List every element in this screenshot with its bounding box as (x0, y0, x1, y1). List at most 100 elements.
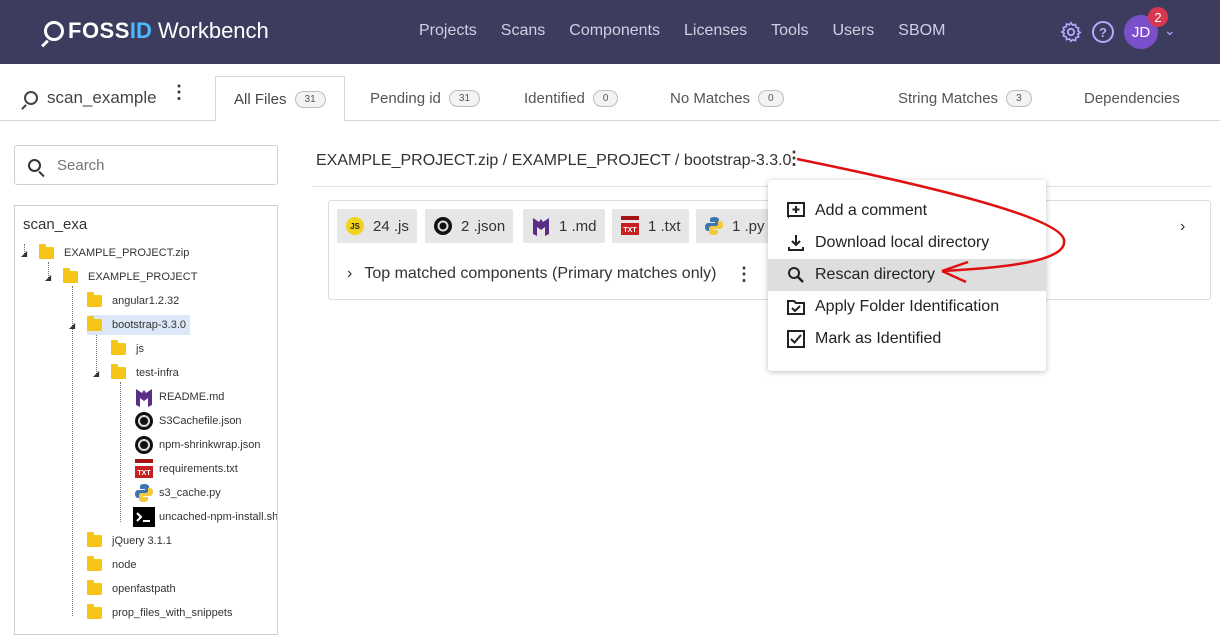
tree-node-requirements[interactable]: TXT requirements.txt (133, 459, 238, 479)
svg-text:TXT: TXT (137, 470, 151, 477)
tab-pending-id[interactable]: Pending id 31 (370, 76, 481, 121)
menu-item-label: Apply Folder Identification (815, 298, 1000, 315)
menu-item-apply-folder-identification[interactable]: Apply Folder Identification (768, 291, 1046, 323)
tree-node-test-infra[interactable]: ◢ test-infra (93, 363, 179, 383)
tree-node-example-project[interactable]: ◢ EXAMPLE_PROJECT (45, 267, 197, 287)
help-icon[interactable]: ? (1092, 21, 1114, 43)
tab-label: No Matches (670, 90, 751, 107)
nav-tools[interactable]: Tools (771, 22, 808, 40)
tree-node-npm-shrinkwrap[interactable]: npm-shrinkwrap.json (133, 435, 260, 455)
selected-node-highlight: bootstrap-3.3.0 (87, 315, 190, 335)
tree-node-angular[interactable]: angular1.2.32 (87, 291, 179, 311)
json-icon (433, 216, 453, 236)
filetype-chip-js[interactable]: JS 24 .js (337, 209, 417, 243)
chevron-down-icon[interactable]: ⌄ (1164, 22, 1176, 39)
scan-name: scan_example (47, 88, 157, 107)
tree-node-label: uncached-npm-install.sh (159, 511, 278, 523)
tree-node-label: bootstrap-3.3.0 (112, 319, 186, 331)
brand-id: ID (129, 18, 152, 43)
tree-root-label[interactable]: scan_exa (23, 216, 87, 233)
caret-down-icon[interactable]: ◢ (45, 273, 63, 282)
nav-licenses[interactable]: Licenses (684, 22, 747, 40)
breadcrumb-kebab-menu-icon[interactable]: ⋮ (785, 149, 803, 167)
menu-item-add-comment[interactable]: Add a comment (768, 195, 1046, 227)
tree-node-label: prop_files_with_snippets (112, 607, 233, 619)
json-icon (133, 411, 155, 431)
tree-node-example-project-zip[interactable]: ◢ EXAMPLE_PROJECT.zip (21, 243, 189, 263)
menu-item-label: Download local directory (815, 234, 990, 251)
menu-item-label: Add a comment (815, 202, 928, 219)
tree-node-node[interactable]: node (87, 555, 136, 575)
tab-label: Pending id (370, 90, 441, 107)
tab-string-matches[interactable]: String Matches 3 (898, 76, 1032, 121)
filetype-chip-py[interactable]: 1 .py (696, 209, 773, 243)
menu-item-rescan-directory[interactable]: Rescan directory (768, 259, 1046, 291)
file-search-box (14, 145, 278, 185)
tree-node-s3-cache-py[interactable]: s3_cache.py (133, 483, 221, 503)
main-nav: Projects Scans Components Licenses Tools… (419, 22, 969, 40)
folder-icon (111, 340, 126, 355)
tree-node-readme[interactable]: README.md (133, 387, 224, 407)
breadcrumb[interactable]: EXAMPLE_PROJECT.zip / EXAMPLE_PROJECT / … (316, 152, 791, 170)
tree-node-s3cachefile[interactable]: S3Cachefile.json (133, 411, 242, 431)
search-input[interactable] (57, 156, 257, 174)
tree-node-label: test-infra (136, 367, 179, 379)
tree-node-label: S3Cachefile.json (159, 415, 242, 427)
folder-icon (63, 268, 78, 283)
chip-count: 1 (648, 217, 657, 235)
filetype-chip-md[interactable]: 1 .md (523, 209, 605, 243)
nav-scans[interactable]: Scans (501, 22, 545, 40)
menu-item-mark-identified[interactable]: Mark as Identified (768, 323, 1046, 355)
chevron-right-icon: › (347, 265, 353, 282)
tree-node-jquery[interactable]: jQuery 3.1.1 (87, 531, 172, 551)
tree-node-js[interactable]: js (111, 339, 144, 359)
tree-node-uncached-npm-install[interactable]: uncached-npm-install.sh (133, 507, 278, 527)
file-tree: scan_exa ◢ EXAMPLE_PROJECT.zip ◢ EXAMPLE_P… (14, 205, 278, 635)
chip-ext: .md (571, 217, 597, 235)
fossid-logo[interactable]: FOSS ID Workbench (44, 18, 269, 44)
folder-context-menu: Add a comment Download local directory R… (768, 180, 1046, 371)
tree-node-label: openfastpath (112, 583, 176, 595)
folder-icon (87, 604, 102, 619)
svg-text:JS: JS (350, 222, 360, 231)
top-navbar: FOSS ID Workbench Projects Scans Component… (0, 0, 1220, 64)
tab-all-files[interactable]: All Files 31 (215, 76, 345, 122)
filetype-chip-txt[interactable]: TXT 1 .txt (612, 209, 689, 243)
tree-node-prop-files[interactable]: prop_files_with_snippets (87, 603, 232, 623)
tree-node-label: angular1.2.32 (112, 295, 180, 307)
tree-node-label: requirements.txt (159, 463, 238, 475)
tab-label: Identified (524, 90, 585, 107)
tab-no-matches[interactable]: No Matches 0 (670, 76, 784, 121)
nav-users[interactable]: Users (833, 22, 875, 40)
scan-kebab-menu-icon[interactable]: ⋮ (170, 83, 188, 101)
nav-components[interactable]: Components (569, 22, 660, 40)
chevron-right-icon[interactable]: › (1180, 218, 1185, 236)
txt-icon: TXT (620, 216, 640, 236)
folder-icon (87, 316, 102, 331)
js-icon: JS (345, 216, 365, 236)
python-icon (704, 216, 724, 236)
add-comment-icon (787, 202, 805, 219)
caret-down-icon[interactable]: ◢ (93, 369, 111, 378)
tree-node-bootstrap[interactable]: ◢ bootstrap-3.3.0 (69, 315, 190, 335)
tree-node-label: s3_cache.py (159, 487, 221, 499)
top-matched-kebab-icon[interactable]: ⋮ (735, 265, 753, 283)
tree-node-label: EXAMPLE_PROJECT.zip (64, 247, 190, 259)
divider (312, 186, 1212, 187)
top-matched-toggle[interactable]: › Top matched components (Primary matche… (347, 265, 716, 283)
caret-down-icon[interactable]: ◢ (69, 321, 87, 330)
nav-sbom[interactable]: SBOM (898, 22, 945, 40)
filetype-chip-json[interactable]: 2 .json (425, 209, 514, 243)
tab-identified[interactable]: Identified 0 (524, 76, 619, 121)
menu-item-download-directory[interactable]: Download local directory (768, 227, 1046, 259)
nav-projects[interactable]: Projects (419, 22, 477, 40)
gear-icon[interactable] (1060, 21, 1082, 43)
tab-label: String Matches (898, 90, 999, 107)
top-matched-label: Top matched components (Primary matches … (364, 265, 717, 282)
caret-down-icon[interactable]: ◢ (21, 249, 39, 258)
terminal-icon (133, 507, 155, 527)
tab-dependencies[interactable]: Dependencies (1084, 76, 1180, 121)
tab-label: Dependencies (1084, 90, 1180, 107)
logo-magnifier-icon (44, 21, 64, 41)
tree-node-openfastpath[interactable]: openfastpath (87, 579, 176, 599)
